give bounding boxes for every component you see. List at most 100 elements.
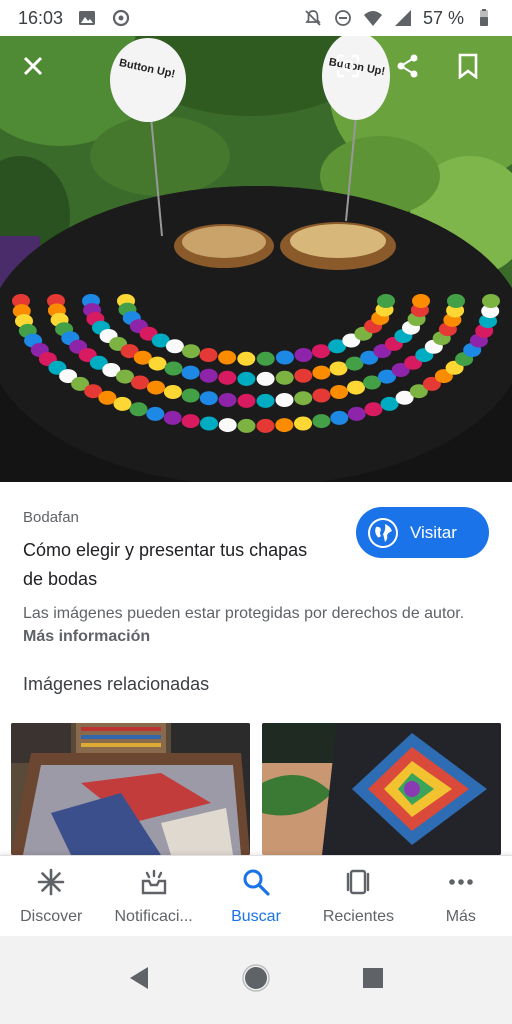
pin-button [364, 402, 383, 417]
search-icon [241, 867, 271, 902]
pin-button [218, 418, 237, 433]
nav-recents[interactable]: Recientes [307, 856, 409, 936]
visit-button[interactable]: Visitar [356, 507, 489, 558]
bookmark-button[interactable] [446, 46, 490, 90]
copyright-notice: Las imágenes pueden estar protegidas por… [23, 602, 483, 648]
nav-more-label: Más [445, 907, 476, 925]
pin-button [447, 294, 465, 308]
pin-button [275, 350, 294, 365]
signal-icon [393, 8, 413, 28]
pin-button [218, 393, 237, 407]
pin-button [113, 396, 132, 411]
battery-percent: 57 % [422, 7, 464, 28]
nav-discover-label: Discover [20, 907, 83, 925]
pin-button [237, 418, 256, 433]
nav-search-label: Buscar [231, 907, 281, 925]
related-image-1[interactable] [11, 723, 250, 855]
pin-button [199, 348, 218, 362]
pin-button [200, 416, 218, 431]
pin-button [347, 406, 366, 421]
overview-icon [361, 966, 385, 995]
pin-button [275, 393, 294, 407]
pin-button [165, 339, 184, 354]
pin-button [147, 380, 165, 395]
pin-button [330, 385, 349, 399]
status-time: 16:03 [18, 7, 64, 28]
pin-button [199, 391, 218, 406]
pin-button [312, 388, 331, 403]
source-name: Bodafan [23, 509, 79, 526]
pin-button [181, 414, 200, 429]
pin-button [347, 380, 365, 395]
related-image-1-picture [11, 723, 250, 855]
pin-button [294, 391, 313, 406]
bottom-navigation: Discover Notificaci... Buscar Recientes … [0, 855, 512, 936]
related-images-heading: Imágenes relacionadas [23, 674, 210, 694]
nav-discover[interactable]: Discover [0, 856, 102, 936]
back-button[interactable] [119, 960, 159, 1000]
pin-button [146, 406, 165, 421]
pin-button [164, 361, 183, 376]
pin-button [312, 344, 330, 359]
pin-button [275, 418, 294, 433]
pin-button [182, 344, 200, 359]
nav-notifications-label: Notificaci... [114, 907, 193, 925]
related-image-2[interactable] [262, 723, 501, 855]
pin-button [218, 370, 237, 385]
pin-button [129, 402, 148, 417]
dnd-icon [333, 8, 353, 28]
pin-button [237, 351, 256, 366]
nav-notifications[interactable]: Notificaci... [102, 856, 204, 936]
wifi-icon [363, 8, 383, 28]
pin-button [482, 294, 500, 308]
pin-button [237, 371, 256, 386]
mute-icon [303, 8, 323, 28]
home-button[interactable] [236, 960, 276, 1000]
pin-button [329, 361, 348, 376]
asterisk-icon [36, 867, 66, 902]
pin-button [199, 368, 218, 383]
more-icon [446, 867, 476, 902]
hero-illustration: Button Up! Button Up! [0, 36, 512, 482]
status-bar: 16:03 57 % [0, 0, 512, 36]
pin-button [218, 350, 237, 365]
pin-button [181, 365, 200, 380]
pin-button [256, 393, 275, 408]
pin-button [377, 294, 395, 308]
back-icon [127, 965, 151, 996]
system-navigation-bar [0, 936, 512, 1024]
share-button[interactable] [386, 46, 430, 90]
pin-button [294, 368, 313, 383]
nav-recents-label: Recientes [322, 907, 394, 925]
pin-button [148, 356, 167, 371]
pin-button [163, 385, 182, 399]
hero-image[interactable]: Button Up! Button Up! [0, 36, 512, 482]
visit-button-label: Visitar [410, 522, 457, 542]
close-button[interactable] [11, 46, 55, 90]
more-info-link[interactable]: Más información [23, 628, 150, 645]
share-icon [395, 53, 421, 84]
pin-button [131, 375, 149, 390]
pin-button [294, 416, 312, 431]
pin-button [256, 418, 275, 433]
image-icon [77, 8, 97, 28]
pin-button [256, 351, 275, 366]
close-icon [22, 55, 44, 82]
result-title[interactable]: Cómo elegir y presentar tus chapas de bo… [23, 536, 323, 594]
overview-button[interactable] [353, 960, 393, 1000]
pin-button [163, 410, 182, 425]
assistant-icon [111, 8, 131, 28]
pin-button [294, 348, 313, 362]
pin-button [181, 388, 200, 403]
pin-button [256, 371, 275, 386]
battery-icon [474, 8, 494, 28]
nav-search[interactable]: Buscar [205, 856, 307, 936]
pin-button [237, 393, 256, 408]
recents-icon [343, 867, 373, 902]
copyright-text: Las imágenes pueden estar protegidas por… [23, 605, 465, 622]
notifications-icon [139, 867, 169, 902]
lens-button[interactable] [326, 46, 370, 90]
pin-button [330, 410, 349, 425]
lens-icon [335, 53, 361, 84]
nav-more[interactable]: Más [410, 856, 512, 936]
